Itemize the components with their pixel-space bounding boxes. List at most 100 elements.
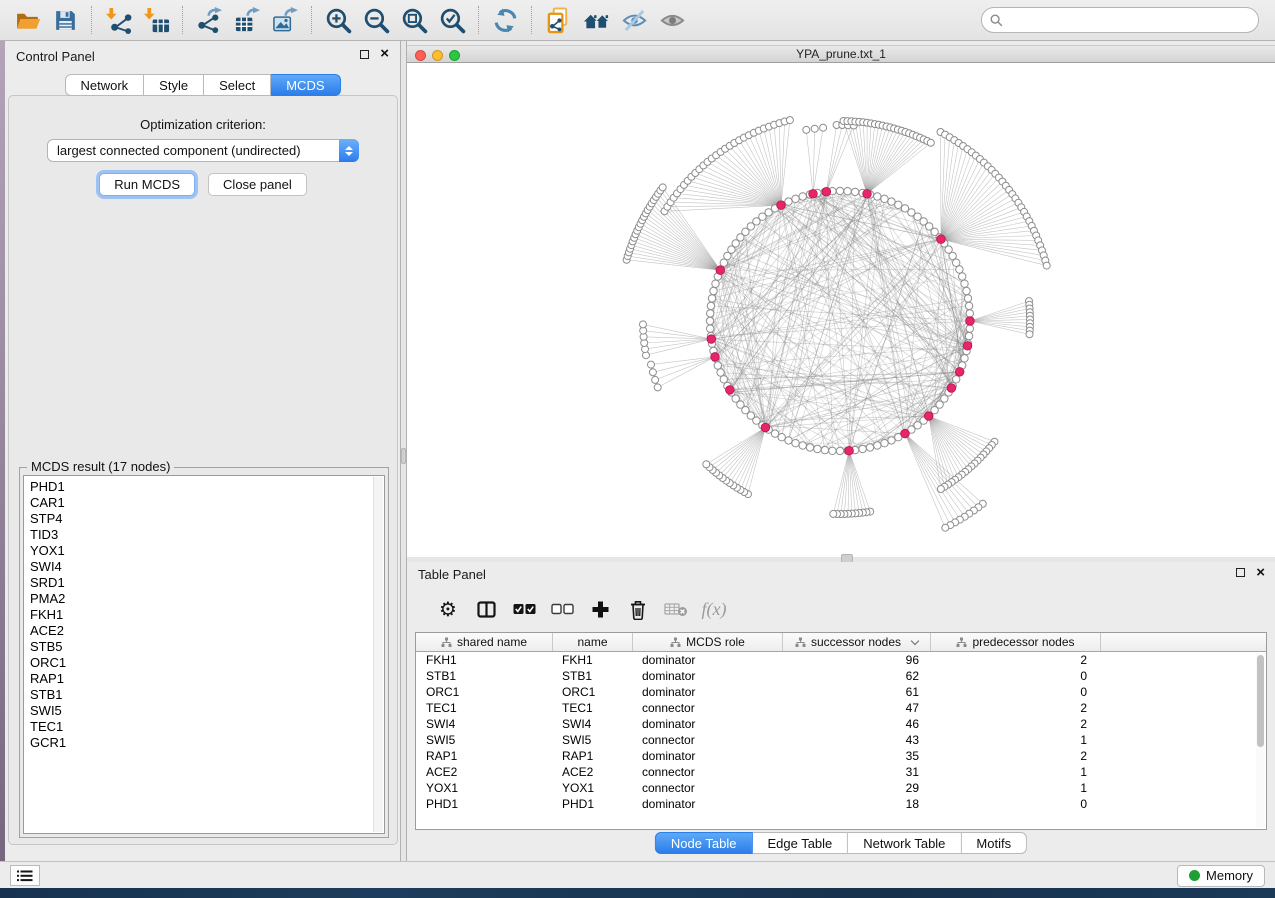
mcds-result-item[interactable]: TID3 bbox=[24, 527, 384, 543]
network-graph[interactable] bbox=[407, 63, 1275, 557]
cell-successor-nodes[interactable]: 61 bbox=[783, 684, 931, 700]
column-header-mcds-role[interactable]: MCDS role bbox=[633, 633, 783, 651]
mcds-result-item[interactable]: TEC1 bbox=[24, 719, 384, 735]
cell-shared-name[interactable]: ACE2 bbox=[416, 764, 553, 780]
cell-mcds-role[interactable]: connector bbox=[633, 780, 783, 796]
export-image-button[interactable] bbox=[268, 3, 302, 37]
mcds-result-item[interactable]: RAP1 bbox=[24, 671, 384, 687]
mcds-result-item[interactable]: PMA2 bbox=[24, 591, 384, 607]
memory-button[interactable]: Memory bbox=[1177, 865, 1265, 887]
float-panel-icon[interactable] bbox=[360, 50, 369, 59]
cell-name[interactable]: SWI4 bbox=[553, 716, 633, 732]
table-scrollbar[interactable] bbox=[1256, 653, 1265, 828]
new-network-from-selection-button[interactable] bbox=[541, 3, 575, 37]
cell-shared-name[interactable]: RAP1 bbox=[416, 748, 553, 764]
create-column-button[interactable] bbox=[581, 592, 619, 626]
export-network-button[interactable] bbox=[192, 3, 226, 37]
cell-name[interactable]: SWI5 bbox=[553, 732, 633, 748]
table-row[interactable]: SWI4SWI4dominator462 bbox=[416, 716, 1266, 732]
maximize-window-icon[interactable] bbox=[449, 50, 460, 61]
show-log-button[interactable] bbox=[10, 865, 40, 886]
column-header-shared-name[interactable]: shared name bbox=[416, 633, 553, 651]
cell-name[interactable]: YOX1 bbox=[553, 780, 633, 796]
table-row[interactable]: ORC1ORC1dominator610 bbox=[416, 684, 1266, 700]
column-header-predecessor-nodes[interactable]: predecessor nodes bbox=[931, 633, 1101, 651]
mcds-result-item[interactable]: STB5 bbox=[24, 639, 384, 655]
mcds-result-item[interactable]: FKH1 bbox=[24, 607, 384, 623]
tab-mcds[interactable]: MCDS bbox=[271, 74, 340, 96]
cell-predecessor-nodes[interactable]: 1 bbox=[931, 780, 1101, 796]
cell-predecessor-nodes[interactable]: 2 bbox=[931, 700, 1101, 716]
export-table-button[interactable] bbox=[230, 3, 264, 37]
mcds-result-item[interactable]: ORC1 bbox=[24, 655, 384, 671]
cell-name[interactable]: ACE2 bbox=[553, 764, 633, 780]
tab-motifs[interactable]: Motifs bbox=[961, 832, 1027, 854]
cell-mcds-role[interactable]: dominator bbox=[633, 716, 783, 732]
cell-shared-name[interactable]: STB1 bbox=[416, 668, 553, 684]
cell-mcds-role[interactable]: dominator bbox=[633, 748, 783, 764]
cell-predecessor-nodes[interactable]: 2 bbox=[931, 652, 1101, 668]
cell-successor-nodes[interactable]: 47 bbox=[783, 700, 931, 716]
scrollbar-thumb[interactable] bbox=[1257, 655, 1264, 747]
delete-table-button-disabled[interactable] bbox=[657, 592, 695, 626]
close-panel-icon[interactable]: × bbox=[380, 45, 389, 63]
cell-successor-nodes[interactable]: 46 bbox=[783, 716, 931, 732]
cell-successor-nodes[interactable]: 18 bbox=[783, 796, 931, 812]
table-row[interactable]: ACE2ACE2connector311 bbox=[416, 764, 1266, 780]
cell-shared-name[interactable]: YOX1 bbox=[416, 780, 553, 796]
mcds-result-item[interactable]: ACE2 bbox=[24, 623, 384, 639]
mcds-result-item[interactable]: STB1 bbox=[24, 687, 384, 703]
zoom-in-button[interactable] bbox=[321, 3, 355, 37]
import-table-button[interactable] bbox=[139, 3, 173, 37]
show-columns-button[interactable] bbox=[467, 592, 505, 626]
cell-mcds-role[interactable]: connector bbox=[633, 764, 783, 780]
tab-network[interactable]: Network bbox=[64, 74, 144, 96]
vertical-splitter[interactable] bbox=[400, 41, 407, 861]
cell-mcds-role[interactable]: dominator bbox=[633, 668, 783, 684]
tab-select[interactable]: Select bbox=[204, 74, 271, 96]
zoom-fit-button[interactable] bbox=[397, 3, 431, 37]
cell-shared-name[interactable]: FKH1 bbox=[416, 652, 553, 668]
table-row[interactable]: YOX1YOX1connector291 bbox=[416, 780, 1266, 796]
close-panel-button[interactable]: Close panel bbox=[208, 173, 307, 196]
minimize-window-icon[interactable] bbox=[432, 50, 443, 61]
result-list-scrollbar[interactable] bbox=[373, 477, 383, 832]
cell-mcds-role[interactable]: connector bbox=[633, 700, 783, 716]
cell-predecessor-nodes[interactable]: 0 bbox=[931, 796, 1101, 812]
table-row[interactable]: RAP1RAP1dominator352 bbox=[416, 748, 1266, 764]
optimization-criterion-select[interactable]: largest connected component (undirected) bbox=[47, 139, 359, 162]
cell-successor-nodes[interactable]: 35 bbox=[783, 748, 931, 764]
cell-shared-name[interactable]: TEC1 bbox=[416, 700, 553, 716]
cell-shared-name[interactable]: SWI5 bbox=[416, 732, 553, 748]
cell-shared-name[interactable]: PHD1 bbox=[416, 796, 553, 812]
mcds-result-item[interactable]: SRD1 bbox=[24, 575, 384, 591]
column-header-successor-nodes[interactable]: successor nodes bbox=[783, 633, 931, 651]
cell-predecessor-nodes[interactable]: 1 bbox=[931, 764, 1101, 780]
mcds-result-item[interactable]: STP4 bbox=[24, 511, 384, 527]
open-file-button[interactable] bbox=[10, 3, 44, 37]
mcds-result-item[interactable]: SWI5 bbox=[24, 703, 384, 719]
table-row[interactable]: PHD1PHD1dominator180 bbox=[416, 796, 1266, 812]
mcds-result-item[interactable]: CAR1 bbox=[24, 495, 384, 511]
table-row[interactable]: TEC1TEC1connector472 bbox=[416, 700, 1266, 716]
cell-predecessor-nodes[interactable]: 0 bbox=[931, 668, 1101, 684]
cell-predecessor-nodes[interactable]: 1 bbox=[931, 732, 1101, 748]
mcds-result-item[interactable]: GCR1 bbox=[24, 735, 384, 751]
hide-graphics-details-button[interactable] bbox=[617, 3, 651, 37]
cell-name[interactable]: ORC1 bbox=[553, 684, 633, 700]
cell-predecessor-nodes[interactable]: 2 bbox=[931, 748, 1101, 764]
cell-mcds-role[interactable]: dominator bbox=[633, 652, 783, 668]
cell-mcds-role[interactable]: connector bbox=[633, 732, 783, 748]
zoom-selected-button[interactable] bbox=[435, 3, 469, 37]
mcds-result-item[interactable]: YOX1 bbox=[24, 543, 384, 559]
select-all-rows-button[interactable] bbox=[505, 592, 543, 626]
cell-name[interactable]: RAP1 bbox=[553, 748, 633, 764]
cell-name[interactable]: TEC1 bbox=[553, 700, 633, 716]
mcds-result-item[interactable]: SWI4 bbox=[24, 559, 384, 575]
cell-name[interactable]: PHD1 bbox=[553, 796, 633, 812]
column-header-name[interactable]: name bbox=[553, 633, 633, 651]
float-panel-icon[interactable] bbox=[1236, 568, 1245, 577]
cell-mcds-role[interactable]: dominator bbox=[633, 796, 783, 812]
cell-mcds-role[interactable]: dominator bbox=[633, 684, 783, 700]
mcds-result-item[interactable]: PHD1 bbox=[24, 479, 384, 495]
